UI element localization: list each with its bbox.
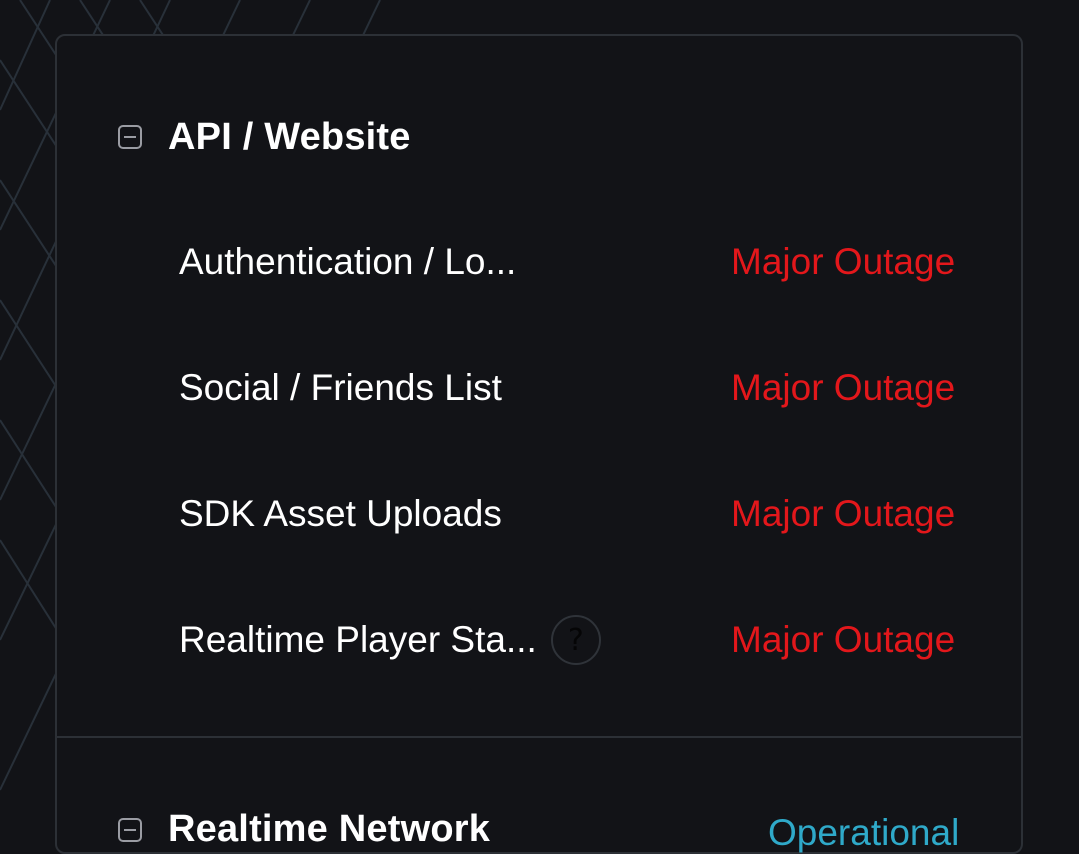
status-card: API / Website Authentication / Lo... Maj… bbox=[55, 34, 1023, 854]
status-label: Major Outage bbox=[731, 241, 956, 282]
component-row: Realtime Player Sta... ? Major Outage bbox=[179, 610, 965, 670]
group-title: API / Website bbox=[168, 115, 411, 158]
group-title: Realtime Network bbox=[168, 807, 491, 850]
component-row: Social / Friends List Major Outage bbox=[179, 358, 965, 418]
group-status-label: Operational bbox=[768, 812, 960, 853]
collapse-icon[interactable] bbox=[118, 125, 142, 149]
status-label: Major Outage bbox=[731, 619, 956, 660]
component-row: SDK Asset Uploads Major Outage bbox=[179, 484, 965, 544]
help-icon[interactable]: ? bbox=[550, 615, 601, 665]
status-label: Major Outage bbox=[731, 493, 956, 534]
collapse-icon[interactable] bbox=[118, 818, 142, 842]
component-name: SDK Asset Uploads bbox=[179, 493, 502, 534]
component-name: Authentication / Lo... bbox=[179, 241, 517, 282]
component-name: Realtime Player Sta... bbox=[179, 619, 537, 660]
group-divider bbox=[57, 736, 1021, 738]
component-row: Authentication / Lo... Major Outage bbox=[179, 232, 965, 292]
group-header-realtime-network[interactable]: Realtime Network Operational bbox=[118, 806, 998, 853]
group-header-api-website[interactable]: API / Website bbox=[118, 114, 411, 160]
status-label: Major Outage bbox=[731, 367, 956, 408]
component-name: Social / Friends List bbox=[179, 367, 502, 408]
